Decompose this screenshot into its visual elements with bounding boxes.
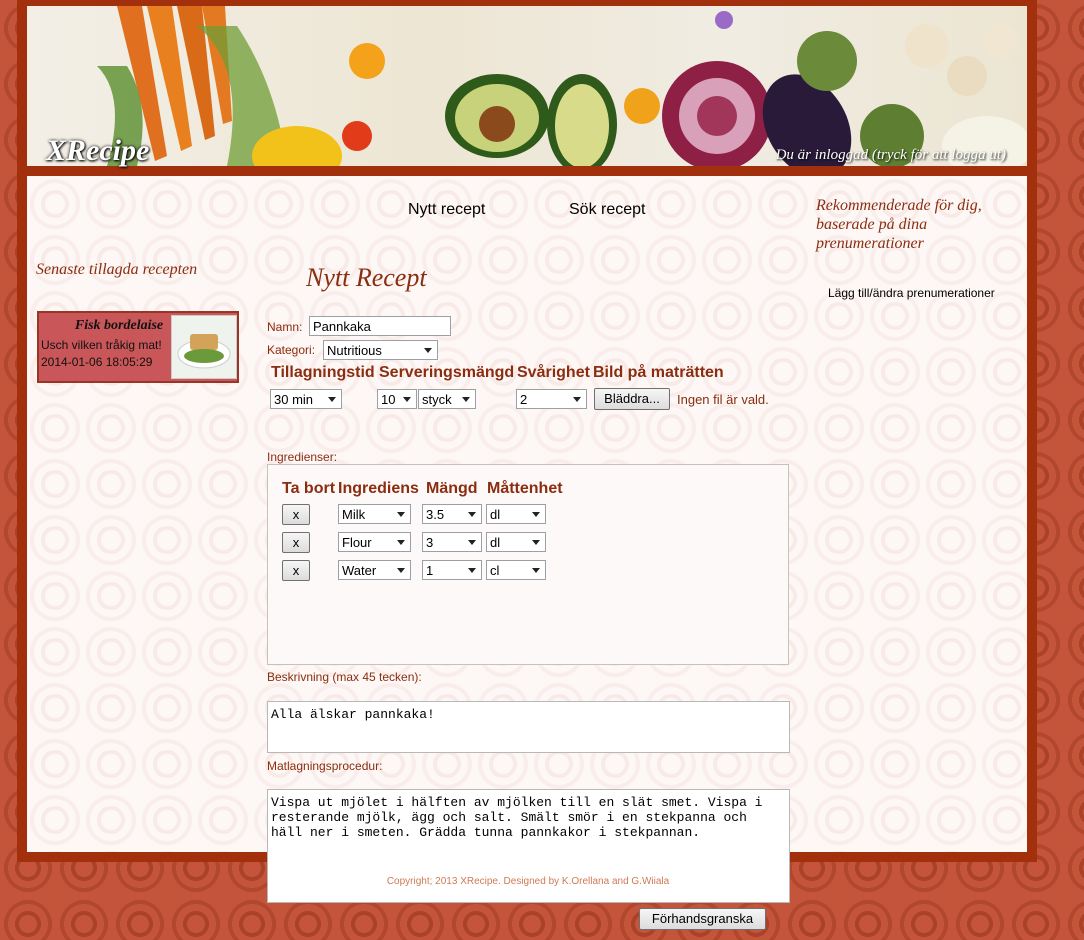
recommended-title: Rekommenderade för dig, baserade på dina… <box>816 197 982 252</box>
browse-button[interactable]: Bläddra... <box>594 388 670 410</box>
unit-select[interactable]: dl <box>486 504 546 524</box>
difficulty-header: Svårighet <box>517 364 590 381</box>
cook-time-header: Tillagningstid <box>271 364 375 381</box>
name-input[interactable]: Pannkaka <box>309 316 451 336</box>
description-textarea[interactable]: Alla älskar pannkaka! <box>267 701 790 753</box>
ingredients-label: Ingredienser: <box>267 450 338 464</box>
ingredient-select-value: Water <box>342 563 377 578</box>
cook-time-select[interactable]: 30 min <box>270 389 342 409</box>
servings-unit-select-value: styck <box>422 392 452 407</box>
recipe-card-description: Usch vilken tråkig mat! <box>41 338 162 352</box>
servings-select[interactable]: 10 <box>377 389 417 409</box>
difficulty-select[interactable]: 2 <box>516 389 587 409</box>
ingredient-select-value: Milk <box>342 507 366 522</box>
unit-select-value: cl <box>490 563 500 578</box>
amount-select[interactable]: 1 <box>422 560 482 580</box>
unit-select-value: dl <box>490 535 501 550</box>
category-select-value: Nutritious <box>327 343 382 358</box>
remove-ingredient-button[interactable]: x <box>282 560 310 581</box>
site-logo[interactable]: XRecipe <box>46 134 149 168</box>
amount-column-header: Mängd <box>426 480 478 497</box>
nav-new-recipe[interactable]: Nytt recept <box>408 201 485 219</box>
copyright-footer: Copyright; 2013 XRecipe. Designed by K.O… <box>386 876 670 887</box>
amount-select[interactable]: 3 <box>422 532 482 552</box>
preview-button[interactable]: Förhandsgranska <box>639 908 766 930</box>
unit-column-header: Måttenhet <box>487 480 563 497</box>
remove-column-header: Ta bort <box>282 480 336 497</box>
recipe-card-date: 2014-01-06 18:05:29 <box>41 355 153 369</box>
description-label: Beskrivning (max 45 tecken): <box>267 670 422 684</box>
servings-select-value: 10 <box>381 392 396 407</box>
ingredient-select[interactable]: Milk <box>338 504 411 524</box>
image-header: Bild på maträtten <box>593 364 724 381</box>
manage-subscriptions-link[interactable]: Lägg till/ändra prenumerationer <box>828 286 995 300</box>
amount-select[interactable]: 3.5 <box>422 504 482 524</box>
unit-select-value: dl <box>490 507 501 522</box>
servings-unit-select[interactable]: styck <box>418 389 476 409</box>
amount-select-value: 3 <box>426 535 434 550</box>
latest-recipes-title: Senaste tillagda recepten <box>36 261 198 278</box>
ingredient-column-header: Ingrediens <box>338 480 419 497</box>
ingredient-select[interactable]: Water <box>338 560 411 580</box>
amount-select-value: 1 <box>426 563 434 578</box>
header-banner <box>27 6 1027 166</box>
name-label: Namn: <box>267 320 303 334</box>
nav-search-recipe[interactable]: Sök recept <box>569 201 645 219</box>
servings-header: Serveringsmängd <box>379 364 515 381</box>
category-select[interactable]: Nutritious <box>323 340 438 360</box>
ingredient-select-value: Flour <box>342 535 372 550</box>
remove-ingredient-button[interactable]: x <box>282 504 310 525</box>
page-title: Nytt Recept <box>306 263 427 292</box>
recipe-thumbnail[interactable] <box>171 315 237 379</box>
category-label: Kategori: <box>267 343 316 357</box>
difficulty-select-value: 2 <box>520 392 528 407</box>
no-file-label: Ingen fil är vald. <box>677 392 769 407</box>
ingredient-select[interactable]: Flour <box>338 532 411 552</box>
vegetables-banner-image <box>97 6 1027 166</box>
procedure-label: Matlagningsprocedur: <box>267 759 383 773</box>
unit-select[interactable]: dl <box>486 532 546 552</box>
remove-ingredient-button[interactable]: x <box>282 532 310 553</box>
amount-select-value: 3.5 <box>426 507 445 522</box>
cook-time-select-value: 30 min <box>274 392 314 407</box>
recipe-card[interactable]: Fisk bordelaise Usch vilken tråkig mat! … <box>37 311 239 383</box>
unit-select[interactable]: cl <box>486 560 546 580</box>
logout-link[interactable]: Du är inloggad (tryck för att logga ut) <box>776 147 1006 164</box>
